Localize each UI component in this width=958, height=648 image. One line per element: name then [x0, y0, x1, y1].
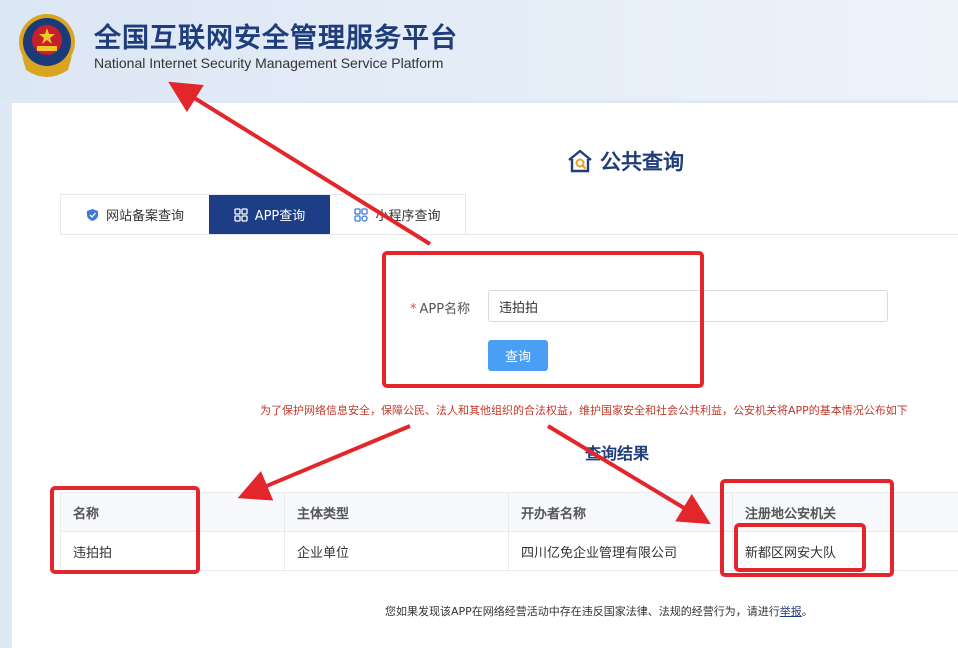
site-title: 全国互联网安全管理服务平台 — [94, 23, 458, 54]
query-button[interactable]: 查询 — [488, 340, 548, 371]
report-note: 您如果发现该APP在网络经营活动中存在违反国家法律、法规的经营行为，请进行举报。 — [385, 603, 813, 619]
table-cell: 新都区网安大队 — [732, 531, 958, 571]
table-row: 违拍拍 企业单位 四川亿免企业管理有限公司 新都区网安大队 — [60, 531, 958, 571]
shield-icon — [86, 208, 98, 221]
grid-apps-icon — [234, 207, 248, 222]
table-cell: 违拍拍 — [60, 531, 285, 571]
tab-app[interactable]: APP查询 — [209, 195, 330, 234]
report-link[interactable]: 举报 — [780, 605, 802, 618]
column-header: 主体类型 — [284, 492, 509, 532]
tab-label: 小程序查询 — [375, 209, 441, 224]
tab-website-filing[interactable]: 网站备案查询 — [61, 195, 209, 234]
results-title: 查询结果 — [585, 444, 650, 463]
app-name-label: * APP名称 — [410, 298, 470, 317]
required-mark: * — [410, 302, 417, 317]
police-emblem-icon — [19, 14, 75, 77]
site-header: 全国互联网安全管理服务平台 National Internet Security… — [0, 0, 958, 100]
report-note-text: 您如果发现该APP在网络经营活动中存在违反国家法律、法规的经营行为，请进行 — [385, 605, 780, 618]
query-tabs: 网站备案查询 APP查询 小程序查询 — [60, 194, 466, 235]
house-search-icon — [568, 149, 592, 173]
mini-program-icon — [354, 207, 369, 222]
table-cell: 四川亿免企业管理有限公司 — [508, 531, 733, 571]
app-name-label-text: APP名称 — [419, 302, 471, 317]
column-header: 开办者名称 — [508, 492, 733, 532]
disclosure-notice: 为了保护网络信息安全，保障公民、法人和其他组织的合法权益，维护国家安全和社会公共… — [260, 404, 908, 417]
report-note-end: 。 — [801, 605, 813, 618]
tab-mini-program[interactable]: 小程序查询 — [330, 195, 465, 234]
table-cell: 企业单位 — [284, 531, 509, 571]
column-header: 注册地公安机关 — [732, 492, 958, 532]
tab-label: APP查询 — [254, 209, 306, 224]
site-subtitle: National Internet Security Management Se… — [94, 55, 444, 71]
column-header: 名称 — [60, 492, 285, 532]
table-header-row: 名称 主体类型 开办者名称 注册地公安机关 — [60, 492, 958, 532]
results-table: 名称 主体类型 开办者名称 注册地公安机关 违拍拍 企业单位 四川亿免企业管理有… — [60, 492, 958, 571]
tab-divider — [466, 234, 958, 235]
page-title-text: 公共查询 — [600, 150, 684, 174]
tab-label: 网站备案查询 — [105, 209, 184, 224]
app-name-input[interactable] — [488, 290, 888, 322]
page-title: 公共查询 — [566, 146, 684, 176]
